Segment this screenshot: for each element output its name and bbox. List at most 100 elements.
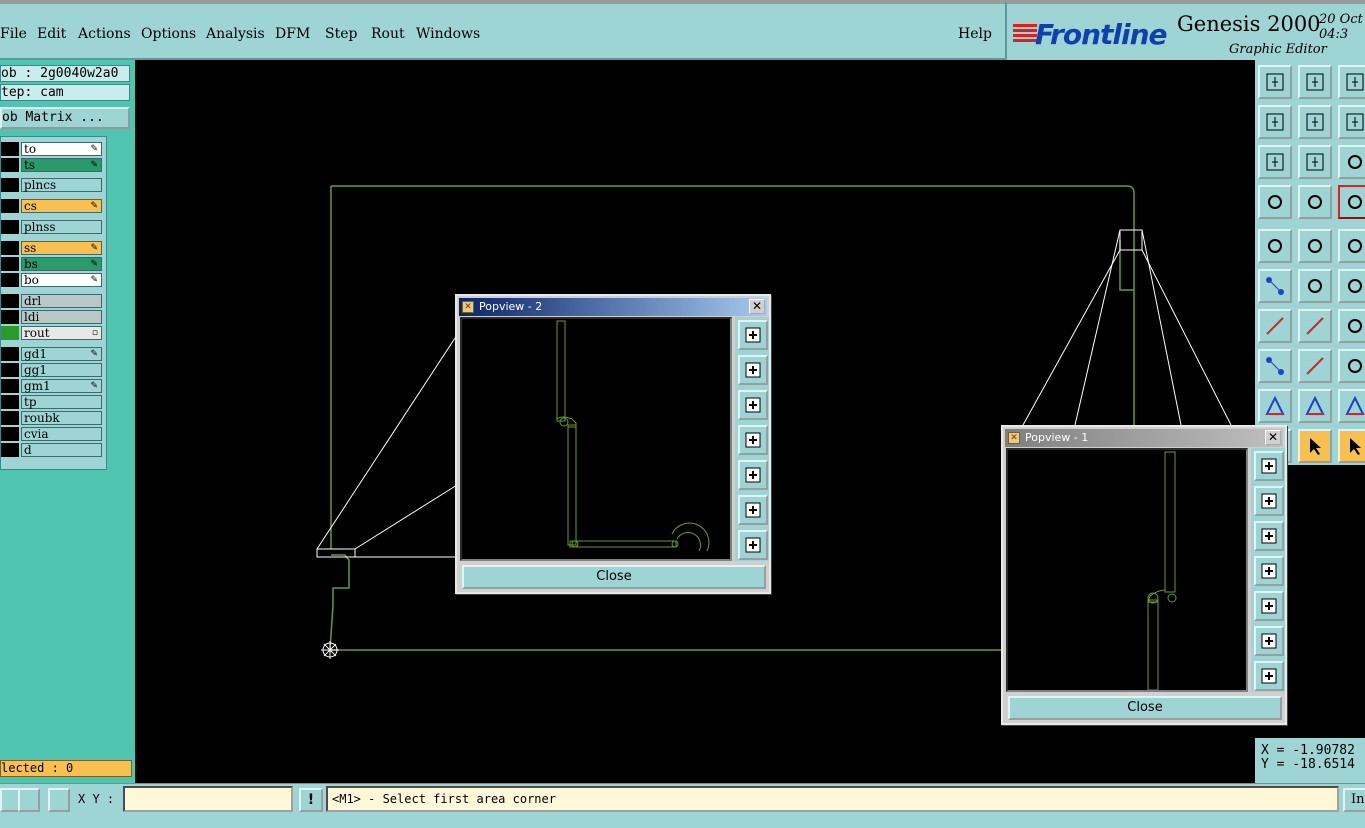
undo-view-icon[interactable] <box>1338 105 1365 139</box>
layer-row-bs[interactable]: bs ✎ <box>1 257 104 271</box>
home-icon[interactable] <box>1338 65 1365 99</box>
menu-options[interactable]: Options <box>141 26 196 42</box>
menu-analysis[interactable]: Analysis <box>206 26 265 42</box>
layer-name[interactable]: gd1 ✎ <box>21 347 102 361</box>
menu-file[interactable]: File <box>0 26 27 42</box>
layer-row-to[interactable]: to ✎ <box>1 142 104 156</box>
layer-swatch[interactable] <box>1 326 19 340</box>
add-pad-icon[interactable] <box>1258 349 1292 383</box>
pan-right-icon[interactable] <box>1298 105 1332 139</box>
layer-swatch[interactable] <box>1 411 19 425</box>
a-icon[interactable] <box>1298 389 1332 423</box>
layer-row-roubk[interactable]: roubk <box>1 411 104 425</box>
layer-name[interactable]: cs ✎ <box>21 199 102 213</box>
layer-swatch[interactable] <box>1 379 19 393</box>
layer-row-cs[interactable]: cs ✎ <box>1 199 104 213</box>
pointer-yellow-icon[interactable] <box>1338 429 1365 463</box>
popview-1-view[interactable] <box>1006 448 1248 692</box>
layer-row-plnss[interactable]: plnss <box>1 220 104 234</box>
popview-1-fit-center-icon[interactable] <box>1254 661 1284 691</box>
layer-swatch[interactable] <box>1 158 19 172</box>
pan-up-icon[interactable] <box>1258 65 1292 99</box>
layer-swatch[interactable] <box>1 443 19 457</box>
layer-row-d[interactable]: d <box>1 443 104 457</box>
menu-actions[interactable]: Actions <box>78 26 131 42</box>
layer-name[interactable]: ts ✎ <box>21 158 102 172</box>
snap-tool-icon[interactable] <box>1298 185 1332 219</box>
popview-1-pan-down-icon[interactable] <box>1254 521 1284 551</box>
popview-2-fit-all-icon[interactable] <box>738 495 768 525</box>
layer-swatch[interactable] <box>1 199 19 213</box>
grid-icon[interactable] <box>48 788 70 812</box>
layer-row-drl[interactable]: drl <box>1 294 104 308</box>
menu-edit[interactable]: Edit <box>37 26 66 42</box>
pan-down-icon[interactable] <box>1298 65 1332 99</box>
layer-swatch[interactable] <box>1 294 19 308</box>
layer-row-rout[interactable]: rout ▫ <box>1 326 104 340</box>
job-matrix-button[interactable]: ob Matrix ... <box>0 107 130 129</box>
fit-center-icon[interactable] <box>1298 145 1332 179</box>
pointer-icon[interactable] <box>1298 429 1332 463</box>
draw-icon[interactable] <box>1298 309 1332 343</box>
popview-2-pan-down-icon[interactable] <box>738 390 768 420</box>
select-feature-icon[interactable] <box>1298 229 1332 263</box>
ruler-icon[interactable] <box>1338 229 1365 263</box>
popview-2-pan-up-icon[interactable] <box>738 355 768 385</box>
layer-row-gd1[interactable]: gd1 ✎ <box>1 347 104 361</box>
layer-row-ldi[interactable]: ldi <box>1 310 104 324</box>
popview-2-titlebar[interactable]: ✕ Popview - 2 ✕ <box>459 298 767 316</box>
layer-swatch[interactable] <box>1 427 19 441</box>
menu-windows[interactable]: Windows <box>416 26 480 42</box>
pan-left-icon[interactable] <box>1258 105 1292 139</box>
layer-name[interactable]: drl <box>21 294 102 308</box>
popview-1-zoom-icon[interactable] <box>1254 451 1284 481</box>
layer-swatch[interactable] <box>1 257 19 271</box>
layer-name[interactable]: plncs <box>21 178 102 192</box>
layer-swatch[interactable] <box>1 347 19 361</box>
layer-row-cvia[interactable]: cvia <box>1 427 104 441</box>
layer-swatch[interactable] <box>1 142 19 156</box>
layer-name[interactable]: plnss <box>21 220 102 234</box>
a-outline-icon[interactable] <box>1338 389 1365 423</box>
layer-row-ts[interactable]: ts ✎ <box>1 158 104 172</box>
popview-1-fit-all-icon[interactable] <box>1254 626 1284 656</box>
split-icon[interactable] <box>1338 349 1365 383</box>
popview-1-pan-left-icon[interactable] <box>1254 556 1284 586</box>
layer-name[interactable]: cvia <box>21 427 102 441</box>
layer-swatch[interactable] <box>1 363 19 377</box>
menu-dfm[interactable]: DFM <box>275 26 310 42</box>
layer-swatch[interactable] <box>1 273 19 287</box>
popview-1-close-button[interactable]: Close <box>1008 696 1282 720</box>
layer-name[interactable]: d <box>21 443 102 457</box>
layer-name[interactable]: to ✎ <box>21 142 102 156</box>
zoom-1-2-icon[interactable] <box>1338 145 1365 179</box>
popview-2-view[interactable] <box>460 317 732 561</box>
info-button[interactable]: In <box>1343 788 1365 812</box>
layer-swatch[interactable] <box>1 220 19 234</box>
menu-step[interactable]: Step <box>325 26 357 42</box>
alert-button[interactable]: ! <box>299 788 323 812</box>
line-red-icon[interactable] <box>1298 349 1332 383</box>
measure-icon[interactable] <box>18 788 40 812</box>
line-icon[interactable] <box>1258 309 1292 343</box>
popview-2-pan-left-icon[interactable] <box>738 425 768 455</box>
layer-name[interactable]: roubk <box>21 411 102 425</box>
layer-swatch[interactable] <box>1 178 19 192</box>
measure-tool-icon[interactable] <box>1258 185 1292 219</box>
layer-swatch[interactable] <box>1 241 19 255</box>
layer-name[interactable]: gm1 ✎ <box>21 379 102 393</box>
connect-icon[interactable] <box>1258 269 1292 303</box>
popview-2-fit-center-icon[interactable] <box>738 530 768 560</box>
popview-2-close-button[interactable]: Close <box>462 565 766 589</box>
layer-name[interactable]: ss ✎ <box>21 241 102 255</box>
popview-2-zoom-icon[interactable] <box>738 320 768 350</box>
layer-row-gm1[interactable]: gm1 ✎ <box>1 379 104 393</box>
menu-help[interactable]: Help <box>958 26 992 42</box>
delete-icon[interactable] <box>1298 269 1332 303</box>
layer-name[interactable]: ldi <box>21 310 102 324</box>
layer-name[interactable]: bs ✎ <box>21 257 102 271</box>
layer-name[interactable]: gg1 <box>21 363 102 377</box>
popview-1-titlebar[interactable]: ✕ Popview - 1 ✕ <box>1005 429 1283 447</box>
triangle-icon[interactable] <box>1258 389 1292 423</box>
window-close-icon[interactable]: ✕ <box>749 299 765 314</box>
